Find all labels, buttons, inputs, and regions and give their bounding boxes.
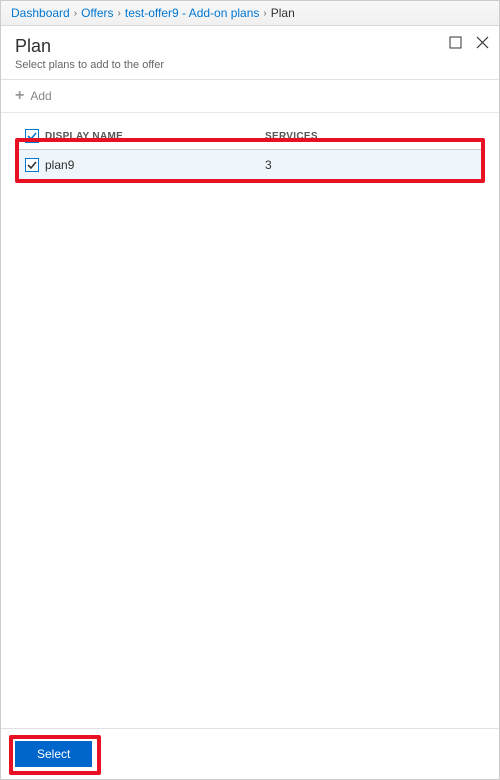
add-button[interactable]: + Add (1, 80, 499, 113)
table-header: DISPLAY NAME SERVICES (15, 123, 485, 150)
page-subtitle: Select plans to add to the offer (15, 59, 485, 71)
row-services: 3 (265, 158, 481, 172)
page-title: Plan (15, 36, 485, 57)
row-name: plan9 (45, 158, 265, 172)
breadcrumb-link-offer-detail[interactable]: test-offer9 - Add-on plans (125, 6, 260, 20)
blade-header: Plan Select plans to add to the offer (1, 26, 499, 80)
table-row[interactable]: plan9 3 (15, 150, 485, 181)
close-icon[interactable] (476, 36, 489, 52)
column-header-services[interactable]: SERVICES (265, 131, 481, 142)
plans-table: DISPLAY NAME SERVICES plan9 3 (1, 113, 499, 181)
chevron-right-icon: › (118, 8, 121, 19)
row-checkbox[interactable] (25, 158, 39, 172)
footer: Select (1, 728, 499, 779)
breadcrumb-link-offers[interactable]: Offers (81, 6, 113, 20)
select-all-checkbox[interactable] (25, 129, 39, 143)
add-label: Add (30, 89, 51, 103)
breadcrumb-link-dashboard[interactable]: Dashboard (11, 6, 70, 20)
plus-icon: + (15, 88, 24, 104)
breadcrumb: Dashboard › Offers › test-offer9 - Add-o… (1, 1, 499, 26)
maximize-icon[interactable] (449, 36, 462, 52)
column-header-name[interactable]: DISPLAY NAME (45, 131, 265, 142)
chevron-right-icon: › (74, 8, 77, 19)
chevron-right-icon: › (263, 8, 266, 19)
breadcrumb-current: Plan (271, 6, 295, 20)
select-button[interactable]: Select (15, 741, 92, 767)
